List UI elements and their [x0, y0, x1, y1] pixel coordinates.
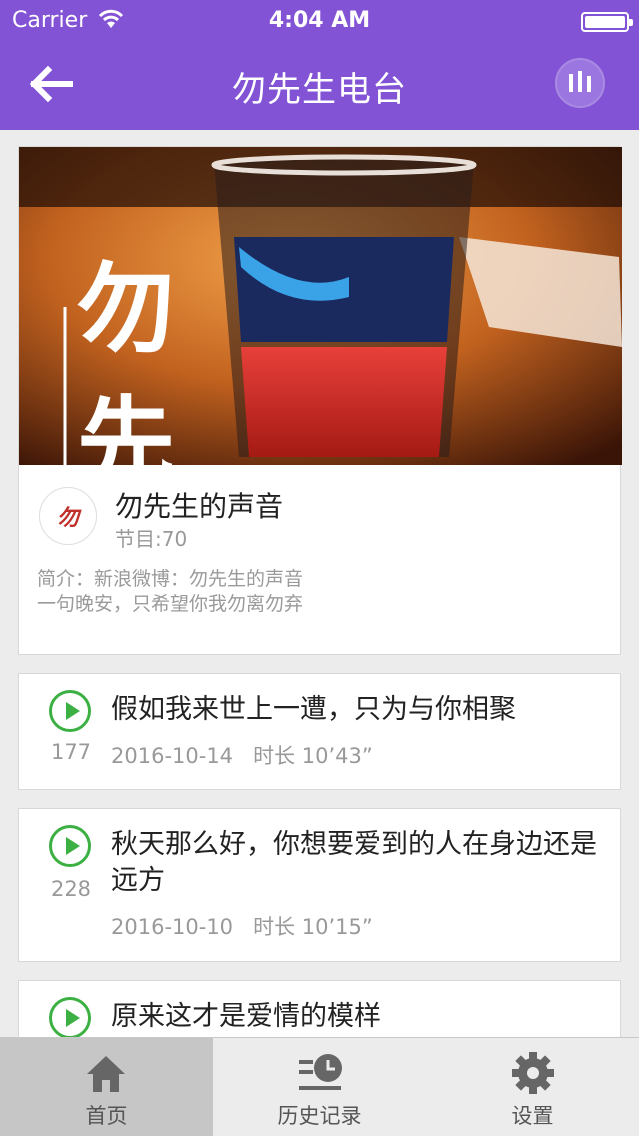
tab-bar: 首页 历史记录 设置 [0, 1037, 639, 1136]
play-count: 228 [50, 877, 92, 901]
play-icon[interactable] [49, 825, 91, 867]
episode-title: 假如我来世上一遭，只为与你相聚 [111, 694, 516, 725]
episode-meta: 2016-10-10 时长 10’15” [111, 911, 373, 941]
episode-duration: 时长 10’15” [253, 915, 373, 939]
episode-count: 节目:70 [115, 527, 188, 551]
description-line: 简介：新浪微博：勿先生的声音 [37, 568, 304, 590]
channel-title: 勿先生的声音 [115, 490, 284, 523]
episode-item[interactable]: 228 秋天那么好，你想要爱到的人在身边还是远方 2016-10-10 时长 1… [18, 808, 621, 962]
channel-logo: 勿 [39, 487, 97, 545]
channel-card[interactable]: 勿先 勿 勿先生的声音 节目:70 简介：新浪微博：勿先生的声音 一句晚安，只希… [18, 146, 622, 655]
tab-history[interactable]: 历史记录 [213, 1038, 426, 1136]
tab-label: 设置 [511, 1104, 554, 1128]
tab-label: 首页 [85, 1104, 128, 1128]
status-bar: Carrier 4:04 AM [0, 0, 639, 40]
banner-text: 勿先 [77, 252, 176, 465]
status-time: 4:04 AM [268, 8, 371, 33]
channel-description: 简介：新浪微博：勿先生的声音 一句晚安，只希望你我勿离勿弃 [37, 567, 597, 617]
tab-settings[interactable]: 设置 [426, 1038, 639, 1136]
episode-meta: 2016-10-14 时长 10’43” [111, 740, 373, 770]
history-icon [299, 1054, 342, 1090]
gear-icon [512, 1052, 554, 1094]
battery-icon [581, 12, 633, 32]
logo-text: 勿 [56, 506, 79, 531]
channel-banner: 勿先 [19, 147, 622, 465]
episode-date: 2016-10-14 [111, 744, 234, 768]
equalizer-icon [569, 71, 591, 92]
tab-label: 历史记录 [277, 1104, 362, 1128]
home-icon [87, 1056, 125, 1092]
page-title: 勿先生电台 [232, 70, 407, 110]
now-playing-button[interactable] [555, 58, 605, 108]
episode-date: 2016-10-10 [111, 915, 234, 939]
episode-item[interactable]: 177 假如我来世上一遭，只为与你相聚 2016-10-14 时长 10’43” [18, 673, 621, 790]
tab-home[interactable]: 首页 [0, 1038, 213, 1136]
play-icon[interactable] [49, 997, 91, 1039]
play-count: 177 [50, 740, 92, 764]
play-icon[interactable] [49, 690, 91, 732]
episode-title: 秋天那么好，你想要爱到的人在身边还是远方 [111, 829, 597, 896]
episode-duration: 时长 10’43” [253, 744, 373, 768]
nav-bar: Carrier 4:04 AM 勿先生电台 [0, 0, 639, 130]
description-line: 一句晚安，只希望你我勿离勿弃 [37, 593, 304, 615]
episode-title: 原来这才是爱情的模样 [111, 1001, 381, 1032]
